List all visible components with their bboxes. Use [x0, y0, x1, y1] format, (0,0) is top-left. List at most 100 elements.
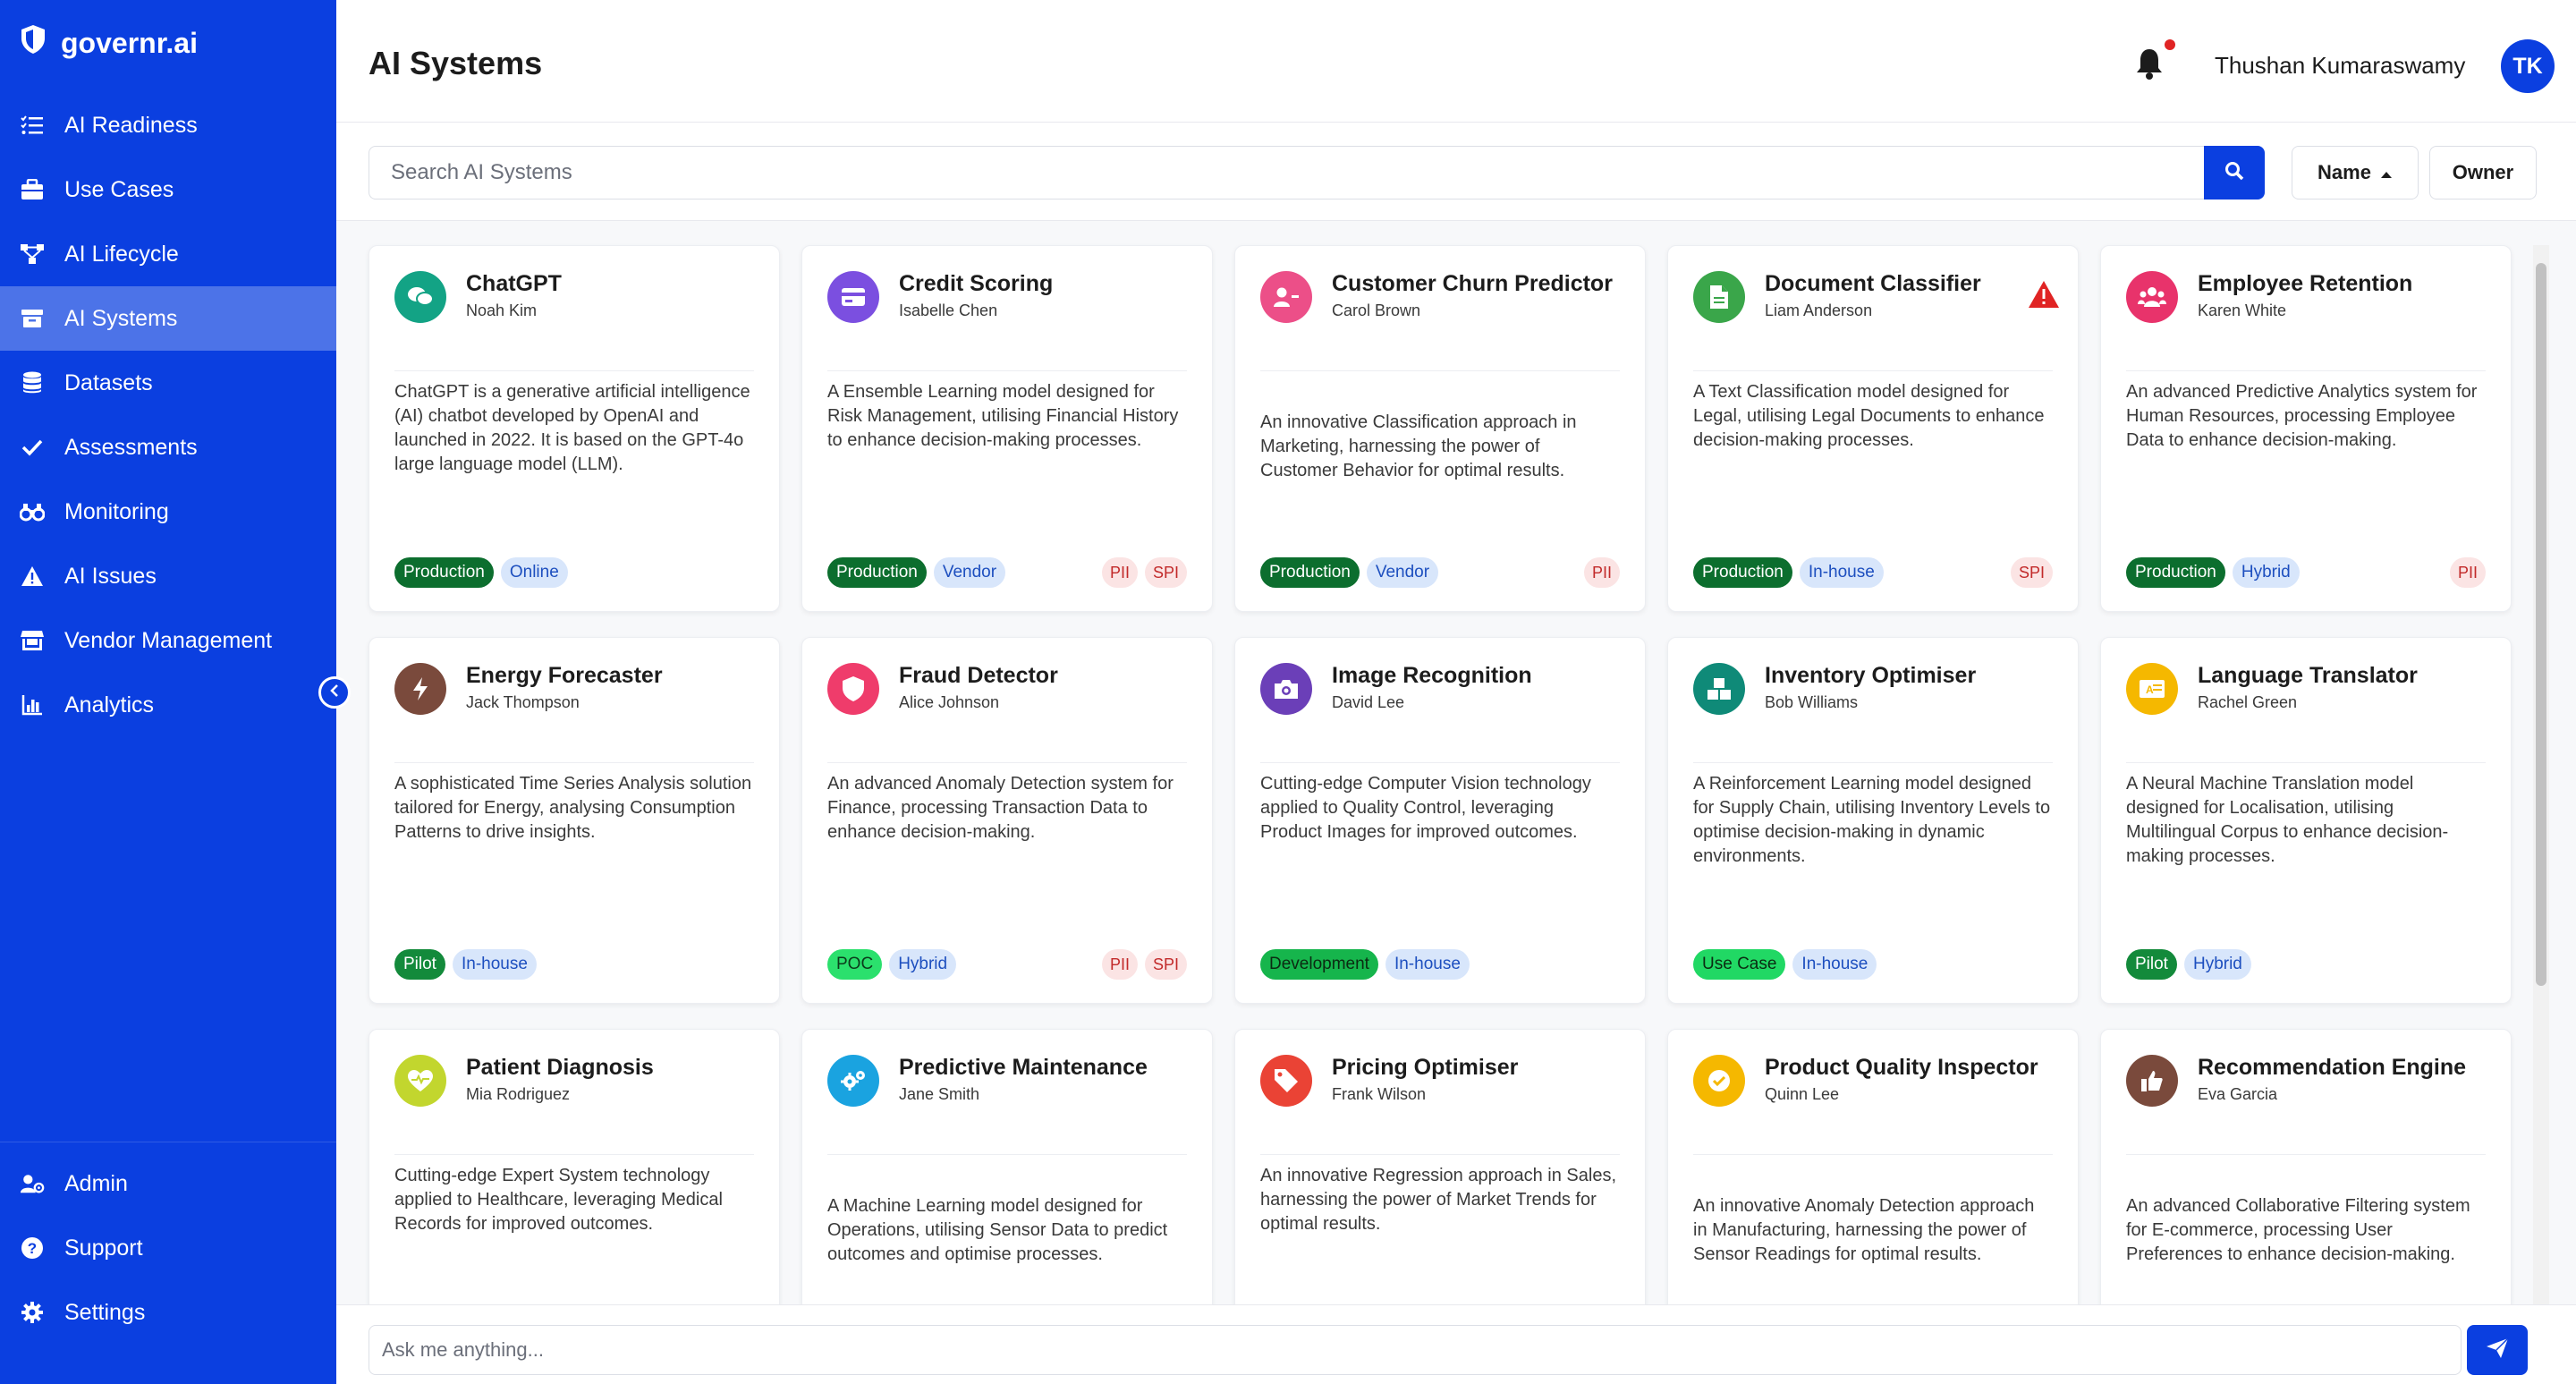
stage-badge: Use Case	[1693, 949, 1786, 980]
ai-system-card[interactable]: Inventory Optimiser Bob Williams A Reinfor…	[1667, 637, 2079, 1004]
ai-system-card[interactable]: Fraud Detector Alice Johnson An advanced A…	[801, 637, 1213, 1004]
card-title[interactable]: Predictive Maintenance	[899, 1051, 1148, 1083]
ai-system-card[interactable]: Recommendation Engine Eva Garcia An advanc…	[2100, 1029, 2512, 1304]
ai-systems-list: ChatGPT Noah Kim ChatGPT is a generative a…	[336, 222, 2576, 1304]
card-title[interactable]: ChatGPT	[466, 267, 562, 300]
ai-system-card[interactable]: Product Quality Inspector Quinn Lee An inn…	[1667, 1029, 2079, 1304]
card-titles: Credit Scoring Isabelle Chen	[899, 267, 1053, 370]
card-title[interactable]: Customer Churn Predictor	[1332, 267, 1613, 300]
card-titles: Document Classifier Liam Anderson	[1765, 267, 1981, 370]
user-minus-icon	[1260, 271, 1312, 323]
sidebar-item-support[interactable]: ? Support	[0, 1216, 336, 1280]
sidebar-item-label: Monitoring	[64, 498, 169, 524]
sidebar-item-datasets[interactable]: Datasets	[0, 351, 336, 415]
ai-system-card[interactable]: Employee Retention Karen White An advanced…	[2100, 245, 2512, 612]
sidebar-nav: AI Readiness Use Cases AI Lifecycle AI S…	[0, 93, 336, 737]
ai-system-card[interactable]: Energy Forecaster Jack Thompson A sophisti…	[369, 637, 780, 1004]
collapse-sidebar-button[interactable]	[318, 676, 351, 709]
search-button[interactable]	[2204, 146, 2265, 200]
ai-system-card[interactable]: A Language Translator Rachel Green A Neural…	[2100, 637, 2512, 1004]
card-title[interactable]: Patient Diagnosis	[466, 1051, 654, 1083]
sidebar-item-monitoring[interactable]: Monitoring	[0, 480, 336, 544]
ai-system-card[interactable]: Patient Diagnosis Mia Rodriguez Cutting-ed…	[369, 1029, 780, 1304]
source-badge: In-house	[452, 949, 537, 980]
sidebar-item-label: Analytics	[64, 692, 155, 717]
sidebar-item-vendor-management[interactable]: Vendor Management	[0, 608, 336, 673]
sidebar-item-ai-systems[interactable]: AI Systems	[0, 286, 336, 351]
card-title[interactable]: Image Recognition	[1332, 659, 1532, 692]
search-icon	[2224, 161, 2244, 185]
card-title[interactable]: Recommendation Engine	[2198, 1051, 2466, 1083]
card-title[interactable]: Fraud Detector	[899, 659, 1058, 692]
card-titles: Energy Forecaster Jack Thompson	[466, 659, 663, 762]
stage-badge: Production	[1260, 557, 1360, 588]
chat-bar	[336, 1304, 2576, 1384]
app-logo[interactable]: governr.ai	[20, 23, 198, 63]
sort-owner-label: Owner	[2452, 161, 2514, 183]
ai-system-card[interactable]: Pricing Optimiser Frank Wilson An innovati…	[1234, 1029, 1646, 1304]
warning-icon[interactable]	[2028, 280, 2060, 313]
card-titles: Product Quality Inspector Quinn Lee	[1765, 1051, 2038, 1154]
sidebar-item-label: Settings	[64, 1299, 146, 1325]
card-title[interactable]: Inventory Optimiser	[1765, 659, 1976, 692]
card-owner: Karen White	[2198, 301, 2287, 319]
check-circle-icon	[1693, 1055, 1745, 1107]
card-title[interactable]: Credit Scoring	[899, 267, 1053, 300]
gear-icon	[20, 1300, 45, 1325]
ai-system-card[interactable]: Customer Churn Predictor Carol Brown An in…	[1234, 245, 1646, 612]
card-title[interactable]: Employee Retention	[2198, 267, 2412, 300]
card-badges: Production In-house SPI	[1693, 556, 2053, 590]
card-owner: Quinn Lee	[1765, 1085, 1840, 1103]
database-icon	[20, 370, 45, 395]
card-title[interactable]: Energy Forecaster	[466, 659, 663, 692]
avatar[interactable]: TK	[2501, 39, 2555, 93]
sidebar-item-label: AI Systems	[64, 305, 178, 331]
card-titles: Inventory Optimiser Bob Williams	[1765, 659, 1976, 762]
sidebar-item-settings[interactable]: Settings	[0, 1280, 336, 1345]
user-name[interactable]: Thushan Kumaraswamy	[2215, 52, 2465, 80]
card-title[interactable]: Pricing Optimiser	[1332, 1051, 1518, 1083]
card-owner: Noah Kim	[466, 301, 538, 319]
stage-badge: Pilot	[394, 949, 445, 980]
card-description: An innovative Regression approach in Sal…	[1260, 1166, 1617, 1234]
cards-grid: ChatGPT Noah Kim ChatGPT is a generative a…	[369, 245, 2546, 1304]
sidebar-item-label: AI Issues	[64, 563, 157, 589]
sidebar-item-admin[interactable]: Admin	[0, 1151, 336, 1216]
card-title[interactable]: Document Classifier	[1765, 267, 1981, 300]
card-title[interactable]: Product Quality Inspector	[1765, 1051, 2038, 1083]
sidebar-item-analytics[interactable]: Analytics	[0, 673, 336, 737]
data-sensitivity-badge: PII	[2449, 557, 2486, 588]
card-owner: David Lee	[1332, 693, 1405, 711]
sidebar-item-use-cases[interactable]: Use Cases	[0, 157, 336, 222]
send-button[interactable]	[2467, 1325, 2528, 1375]
sidebar-item-assessments[interactable]: Assessments	[0, 415, 336, 480]
sidebar-item-ai-readiness[interactable]: AI Readiness	[0, 93, 336, 157]
card-description: An innovative Anomaly Detection approach…	[1693, 1196, 2035, 1264]
sidebar-item-label: AI Readiness	[64, 112, 198, 138]
source-badge: Vendor	[1366, 557, 1439, 588]
sort-by-owner-button[interactable]: Owner	[2429, 146, 2537, 200]
scrollbar-thumb[interactable]	[2536, 263, 2546, 986]
card-titles: Patient Diagnosis Mia Rodriguez	[466, 1051, 654, 1154]
card-badges: Production Hybrid PII	[2126, 556, 2486, 590]
ai-system-card[interactable]: Image Recognition David Lee Cutting-edge C…	[1234, 637, 1646, 1004]
sidebar-item-ai-lifecycle[interactable]: AI Lifecycle	[0, 222, 336, 286]
search-input[interactable]	[369, 146, 2204, 200]
sort-by-name-button[interactable]: Name	[2292, 146, 2419, 200]
ai-system-card[interactable]: Credit Scoring Isabelle Chen A Ensemble Le…	[801, 245, 1213, 612]
bell-icon[interactable]	[2134, 47, 2170, 82]
card-header: Patient Diagnosis Mia Rodriguez	[394, 1051, 754, 1155]
stage-badge: Production	[1693, 557, 1792, 588]
card-description: A Reinforcement Learning model designed …	[1693, 774, 2051, 866]
ai-system-card[interactable]: ChatGPT Noah Kim ChatGPT is a generative a…	[369, 245, 780, 612]
card-header: Pricing Optimiser Frank Wilson	[1260, 1051, 1620, 1155]
ai-system-card[interactable]: Predictive Maintenance Jane Smith A Machin…	[801, 1029, 1213, 1304]
shield-logo-icon	[20, 24, 47, 62]
card-owner: Jack Thompson	[466, 693, 580, 711]
card-title[interactable]: Language Translator	[2198, 659, 2418, 692]
card-owner: Isabelle Chen	[899, 301, 998, 319]
ai-system-card[interactable]: Document Classifier Liam Anderson A Text C…	[1667, 245, 2079, 612]
sidebar-item-ai-issues[interactable]: AI Issues	[0, 544, 336, 608]
chat-input[interactable]	[369, 1325, 2462, 1375]
card-description: An innovative Classification approach in…	[1260, 412, 1577, 480]
